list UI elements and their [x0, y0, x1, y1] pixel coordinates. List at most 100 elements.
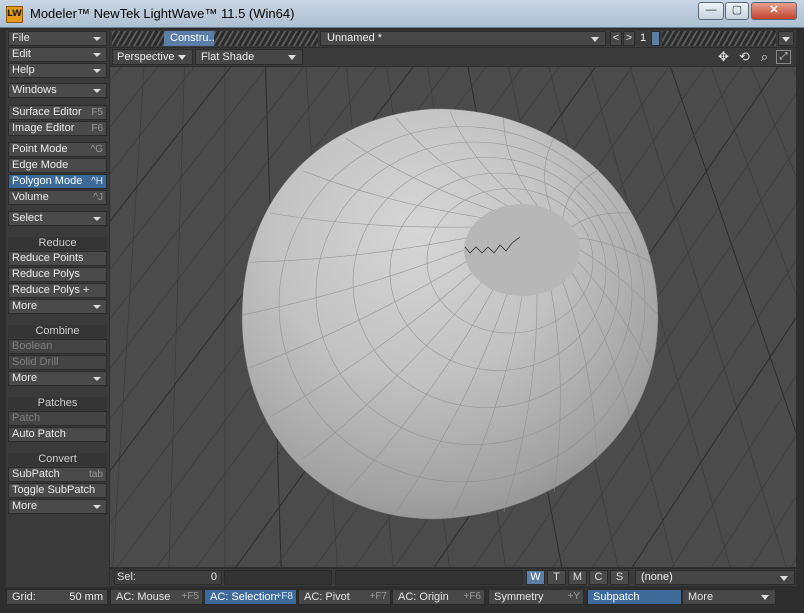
- convert-more-label: More: [12, 500, 38, 512]
- surface-editor-shortcut: F5: [91, 107, 103, 118]
- solid-drill-button[interactable]: Solid Drill: [8, 355, 107, 370]
- tab-strip-left[interactable]: [112, 31, 164, 46]
- edge-mode-button[interactable]: Edge Mode: [8, 158, 107, 173]
- toggle-subpatch-label: Toggle SubPatch: [12, 484, 96, 496]
- texture-map-button[interactable]: T: [547, 570, 566, 585]
- layer-number: 1: [639, 32, 647, 44]
- ac-selection-button[interactable]: AC: Selection +F8: [204, 589, 297, 605]
- title-bar: LW Modeler™ NewTek LightWave™ 11.5 (Win6…: [0, 0, 804, 28]
- patch-label: Patch: [12, 412, 41, 424]
- patch-button[interactable]: Patch: [8, 411, 107, 426]
- polygon-mode-shortcut: ^H: [91, 176, 103, 187]
- ac-mouse-button[interactable]: AC: Mouse +F5: [110, 589, 203, 605]
- toolbox-sidebar: File Edit Help Windows Surface Editor F5…: [6, 30, 109, 587]
- point-mode-shortcut: ^G: [90, 144, 103, 155]
- polygon-mode-label: Polygon Mode: [12, 175, 83, 187]
- ac-pivot-button[interactable]: AC: Pivot +F7: [298, 589, 391, 605]
- select-menu[interactable]: Select: [8, 211, 107, 226]
- move-icon[interactable]: ✥: [715, 49, 732, 65]
- grid-label: Grid:: [12, 591, 36, 603]
- ac-origin-label: AC: Origin: [398, 591, 449, 603]
- volume-button[interactable]: Volume ^J: [8, 190, 107, 205]
- windows-menu[interactable]: Windows: [8, 83, 107, 98]
- sel-label: Sel:: [117, 571, 136, 583]
- edge-mode-label: Edge Mode: [12, 159, 69, 171]
- tab-bar: Constru... Unnamed * < > 1: [110, 30, 796, 47]
- boolean-button[interactable]: Boolean: [8, 339, 107, 354]
- image-editor-shortcut: F6: [91, 123, 103, 134]
- help-menu-label: Help: [12, 64, 35, 76]
- convert-header: Convert: [8, 453, 107, 466]
- help-menu[interactable]: Help: [8, 63, 107, 78]
- reduce-polys-label: Reduce Polys: [12, 268, 80, 280]
- auto-patch-label: Auto Patch: [12, 428, 66, 440]
- combine-more-menu[interactable]: More: [8, 371, 107, 386]
- point-mode-label: Point Mode: [12, 143, 68, 155]
- auto-patch-button[interactable]: Auto Patch: [8, 427, 107, 442]
- bottom-bar: Grid: 50 mm AC: Mouse +F5 AC: Selection …: [6, 588, 798, 606]
- ac-selection-label: AC: Selection: [210, 591, 277, 603]
- symmetry-label: Symmetry: [494, 591, 544, 603]
- weight-map-button[interactable]: W: [526, 570, 545, 585]
- prev-layer-button[interactable]: <: [610, 31, 622, 46]
- ac-mouse-label: AC: Mouse: [116, 591, 171, 603]
- image-editor-label: Image Editor: [12, 122, 75, 134]
- edit-menu[interactable]: Edit: [8, 47, 107, 62]
- minimize-button[interactable]: —: [698, 2, 724, 20]
- perspective-viewport[interactable]: [110, 67, 796, 567]
- morph-map-button[interactable]: M: [568, 570, 587, 585]
- maximize-icon[interactable]: ⤢: [776, 50, 791, 64]
- bottom-more-menu[interactable]: More: [682, 589, 776, 605]
- symmetry-button[interactable]: Symmetry +Y: [488, 589, 584, 605]
- view-type-dropdown[interactable]: Perspective: [112, 49, 193, 65]
- select-menu-label: Select: [12, 212, 43, 224]
- maximize-button[interactable]: ▢: [725, 2, 749, 20]
- file-menu[interactable]: File: [8, 31, 107, 46]
- close-button[interactable]: ✕: [751, 2, 797, 20]
- convert-more-menu[interactable]: More: [8, 499, 107, 514]
- ac-pivot-shortcut: +F7: [369, 591, 387, 602]
- subpatch-toggle[interactable]: Subpatch: [587, 589, 682, 605]
- subpatch-button[interactable]: SubPatch tab: [8, 467, 107, 482]
- selection-set-button[interactable]: S: [610, 570, 629, 585]
- next-layer-button[interactable]: >: [623, 31, 635, 46]
- rotate-icon[interactable]: ⟲: [736, 49, 753, 65]
- reduce-more-menu[interactable]: More: [8, 299, 107, 314]
- vertex-map-dropdown[interactable]: (none): [635, 570, 795, 585]
- reduce-points-button[interactable]: Reduce Points: [8, 251, 107, 266]
- reduce-polys-button[interactable]: Reduce Polys: [8, 267, 107, 282]
- tab-construct[interactable]: Constru...: [164, 31, 214, 46]
- reduce-polys-plus-button[interactable]: Reduce Polys +: [8, 283, 107, 298]
- selection-count: Sel: 0: [114, 570, 222, 585]
- boolean-label: Boolean: [12, 340, 53, 352]
- layer-1-toggle[interactable]: [651, 31, 660, 46]
- object-selector[interactable]: Unnamed *: [320, 31, 606, 46]
- status-field-1: [224, 570, 332, 585]
- subpatch-label: SubPatch: [12, 468, 60, 480]
- subpatch-shortcut: tab: [89, 469, 103, 480]
- surface-editor-button[interactable]: Surface Editor F5: [8, 105, 107, 120]
- file-menu-label: File: [12, 32, 30, 44]
- tab-strip-right[interactable]: [214, 31, 318, 46]
- window-title: Modeler™ NewTek LightWave™ 11.5 (Win64): [30, 6, 295, 21]
- point-mode-button[interactable]: Point Mode ^G: [8, 142, 107, 157]
- zoom-icon[interactable]: ⌕: [756, 49, 773, 65]
- layer-toggles[interactable]: [662, 31, 776, 46]
- ac-origin-button[interactable]: AC: Origin +F6: [392, 589, 485, 605]
- status-field-2: [335, 570, 523, 585]
- color-map-button[interactable]: C: [589, 570, 608, 585]
- reduce-more-label: More: [12, 300, 38, 312]
- shading-dropdown[interactable]: Flat Shade: [195, 49, 303, 65]
- ac-mouse-shortcut: +F5: [181, 591, 199, 602]
- toggle-subpatch-button[interactable]: Toggle SubPatch: [8, 483, 107, 498]
- viewport-canvas: [110, 67, 796, 567]
- ac-pivot-label: AC: Pivot: [304, 591, 350, 603]
- ac-origin-shortcut: +F6: [463, 591, 481, 602]
- layers-dropdown[interactable]: [778, 31, 794, 46]
- volume-label: Volume: [12, 191, 49, 203]
- reduce-polys-plus-label: Reduce Polys +: [12, 284, 90, 296]
- grid-value: 50 mm: [69, 591, 103, 603]
- sel-value: 0: [210, 571, 217, 583]
- polygon-mode-button[interactable]: Polygon Mode ^H: [8, 174, 107, 189]
- image-editor-button[interactable]: Image Editor F6: [8, 121, 107, 136]
